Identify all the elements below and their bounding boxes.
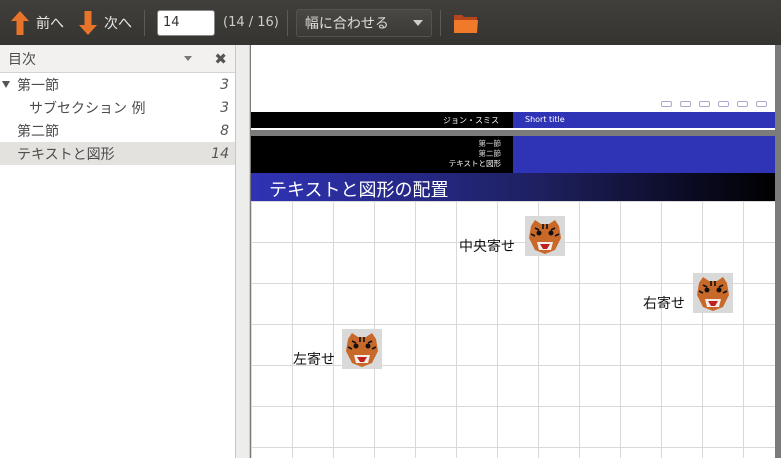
toc-item-page: 14	[211, 145, 229, 162]
tiger-head-image	[693, 273, 733, 313]
document-view[interactable]: ジョン・スミス Short title 第一節 第二節 テキストと図形 テキスト…	[250, 45, 781, 458]
toc-item-label: サブセクション 例	[29, 100, 146, 117]
nav-back-icon[interactable]	[737, 101, 748, 107]
previous-slide-page: ジョン・スミス Short title	[251, 45, 775, 130]
nav-line: 第二節	[478, 149, 502, 158]
next-page-button[interactable]: 次へ	[74, 7, 136, 39]
zoom-select[interactable]: 幅に合わせる	[295, 8, 432, 37]
slide-headline: 第一節 第二節 テキストと図形	[251, 136, 775, 173]
nav-line: テキストと図形	[448, 159, 501, 168]
chevron-down-icon[interactable]	[184, 56, 193, 61]
toc-item-page: 3	[220, 76, 229, 93]
toc-item-label: テキストと図形	[17, 146, 115, 163]
expander-triangle-icon[interactable]	[2, 81, 10, 88]
caption-left: 左寄せ	[293, 352, 335, 368]
chevron-down-icon	[412, 19, 423, 26]
tiger-head-image	[525, 216, 565, 256]
nav-doc-icon[interactable]	[718, 101, 729, 107]
toc-item-label: 第二節	[17, 123, 59, 140]
nav-subsection-icon[interactable]	[680, 101, 691, 107]
nav-search-icon[interactable]	[756, 101, 767, 107]
toolbar: 前へ 次へ (14 / 16) 幅に合わせる	[0, 0, 781, 45]
tiger-head-image	[342, 329, 382, 369]
page-count: (14 / 16)	[223, 15, 279, 30]
zoom-value: 幅に合わせる	[304, 15, 389, 32]
arrow-up-icon	[11, 10, 29, 35]
close-icon[interactable]: ✖	[214, 50, 227, 68]
nav-frame-icon[interactable]	[661, 101, 672, 107]
sidebar: 目次 ✖ 第一節 3 サブセクション 例 3 第二節 8 テキストと図形 14	[0, 45, 236, 458]
footer-author: ジョン・スミス	[251, 112, 513, 128]
nav-line: 第一節	[478, 139, 502, 148]
toc-item-text-and-figures[interactable]: テキストと図形 14	[0, 142, 235, 165]
beamer-navigation-symbols[interactable]	[661, 101, 767, 107]
arrow-down-icon	[79, 10, 97, 35]
headline-blue-band	[513, 136, 775, 173]
current-slide-page: 第一節 第二節 テキストと図形 テキストと図形の配置 中央寄せ 右寄せ 左寄せ	[251, 136, 775, 458]
folder-icon[interactable]	[453, 12, 479, 34]
footer-title: Short title	[513, 112, 775, 128]
sidebar-header: 目次 ✖	[0, 45, 235, 73]
frame-title: テキストと図形の配置	[251, 173, 775, 201]
slide-grid-background: 中央寄せ 右寄せ 左寄せ	[251, 201, 775, 458]
section-navigation: 第一節 第二節 テキストと図形	[251, 136, 513, 173]
toc-item-section-1[interactable]: 第一節 3	[0, 73, 235, 96]
toc-item-label: 第一節	[17, 77, 59, 94]
nav-section-icon[interactable]	[699, 101, 710, 107]
next-page-label: 次へ	[104, 15, 132, 32]
toolbar-separator	[144, 9, 145, 36]
sidebar-scrollbar[interactable]	[236, 45, 250, 458]
previous-page-button[interactable]: 前へ	[6, 7, 68, 39]
toc-item-page: 3	[220, 99, 229, 116]
caption-right: 右寄せ	[643, 296, 685, 312]
caption-center: 中央寄せ	[459, 239, 515, 255]
toc-item-page: 8	[220, 122, 229, 139]
slide-footer: ジョン・スミス Short title	[251, 112, 775, 128]
page-number-input[interactable]	[157, 9, 215, 36]
toolbar-separator	[439, 9, 441, 36]
toolbar-separator	[286, 9, 288, 36]
previous-page-label: 前へ	[36, 15, 64, 32]
toc-item-subsection[interactable]: サブセクション 例 3	[0, 96, 235, 119]
toc-item-section-2[interactable]: 第二節 8	[0, 119, 235, 142]
sidebar-title: 目次	[8, 51, 36, 68]
